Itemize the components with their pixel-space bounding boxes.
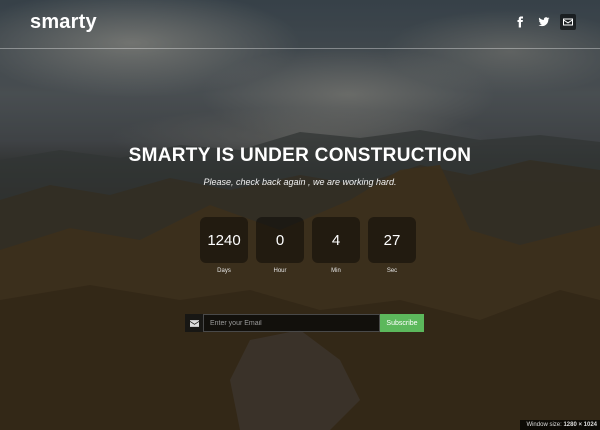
background-shade [0, 0, 600, 430]
window-size-value: 1280 × 1024 [563, 422, 597, 428]
twitter-icon [538, 17, 550, 27]
mail-button[interactable] [560, 14, 576, 30]
subscribe-button[interactable]: Subscribe [380, 314, 424, 332]
facebook-button[interactable] [512, 14, 528, 30]
countdown-minutes-value: 4 [312, 217, 360, 263]
countdown: 1240 Days 0 Hour 4 Min 27 Sec [200, 217, 416, 274]
subscribe-form: Subscribe [185, 314, 424, 332]
email-input[interactable] [203, 314, 380, 332]
countdown-hours: 0 Hour [256, 217, 304, 274]
countdown-seconds: 27 Sec [368, 217, 416, 274]
page-title: SMARTY IS UNDER CONSTRUCTION [128, 145, 472, 166]
countdown-days-value: 1240 [200, 217, 248, 263]
mail-icon [563, 18, 573, 26]
envelope-icon [185, 314, 203, 332]
window-size-label: Window size: [526, 422, 562, 428]
countdown-days: 1240 Days [200, 217, 248, 274]
window-size-indicator: Window size: 1280 × 1024 [520, 420, 600, 430]
facebook-icon [517, 16, 523, 28]
countdown-days-label: Days [217, 268, 231, 274]
header: smarty [0, 0, 600, 49]
background-landscape [0, 0, 600, 430]
countdown-hours-value: 0 [256, 217, 304, 263]
countdown-minutes-label: Min [331, 268, 341, 274]
page-subtitle: Please, check back again , we are workin… [203, 177, 397, 187]
countdown-hours-label: Hour [273, 268, 287, 274]
logo[interactable]: smarty [30, 11, 97, 34]
countdown-seconds-value: 27 [368, 217, 416, 263]
countdown-minutes: 4 Min [312, 217, 360, 274]
twitter-button[interactable] [536, 14, 552, 30]
countdown-seconds-label: Sec [386, 268, 398, 274]
social-links [512, 14, 576, 30]
